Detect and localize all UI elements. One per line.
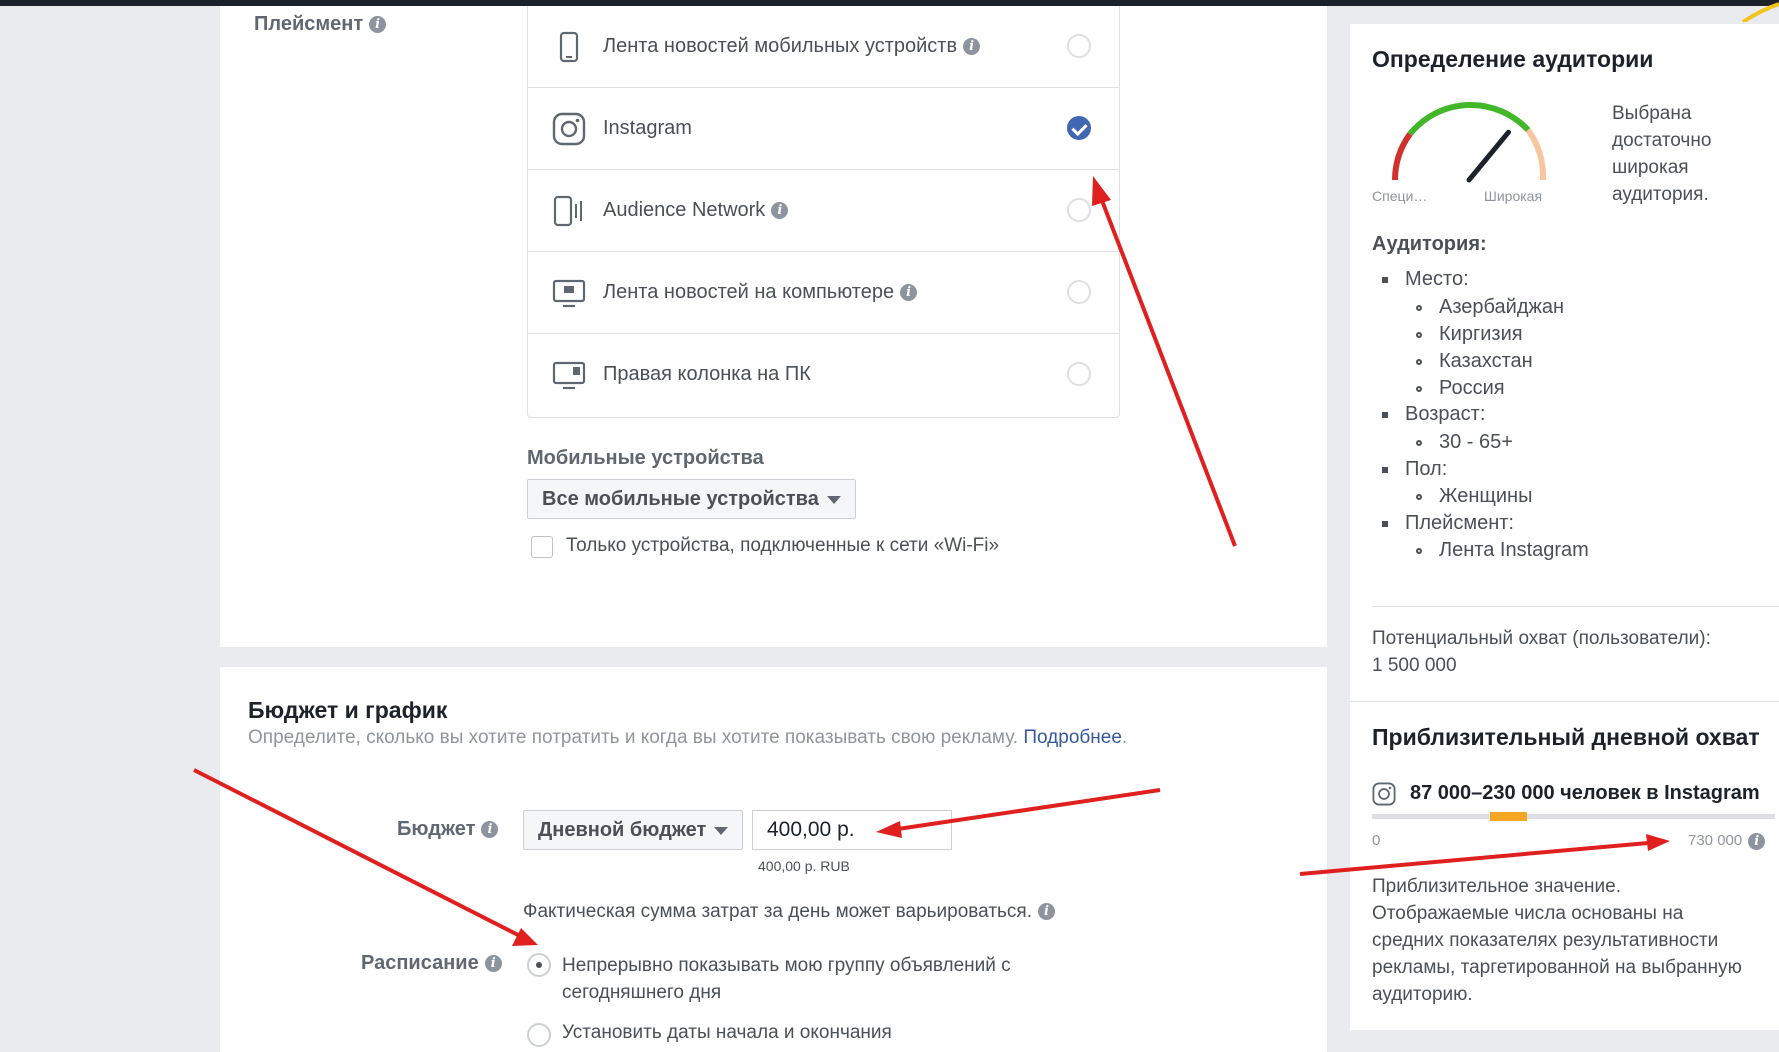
- divider: [1350, 701, 1779, 702]
- audience-title: Определение аудитории: [1372, 46, 1654, 72]
- placement-item-instagram[interactable]: Instagram: [528, 88, 1119, 170]
- bullet: [1382, 412, 1388, 418]
- budget-label: Бюджет i: [397, 818, 499, 841]
- bullet: [1416, 386, 1422, 392]
- placement-checkbox-right-column[interactable]: [1067, 362, 1091, 386]
- audience-network-icon: [553, 195, 582, 227]
- instagram-icon: [1372, 782, 1396, 806]
- audience-age-label: Возраст:: [1405, 403, 1486, 425]
- reach-scale-max: 730 000 i: [1688, 832, 1766, 850]
- corner-accent: [1741, 2, 1779, 22]
- info-icon[interactable]: i: [369, 16, 387, 34]
- gauge-arc-peach: [1525, 128, 1547, 181]
- bullet: [1416, 548, 1422, 554]
- audience-location-item: Казахстан: [1439, 350, 1533, 372]
- mobile-devices-label: Мобильные устройства: [527, 447, 764, 469]
- info-icon[interactable]: i: [1037, 903, 1055, 921]
- schedule-dates-radio[interactable]: [527, 1023, 551, 1047]
- bullet: [1382, 277, 1388, 283]
- bullet: [1416, 440, 1422, 446]
- schedule-label: Расписание i: [361, 952, 502, 975]
- audience-location-item: Киргизия: [1439, 323, 1523, 345]
- budget-description: Определите, сколько вы хотите потратить …: [248, 727, 1128, 748]
- chevron-down-icon: [826, 495, 841, 504]
- wifi-only-checkbox[interactable]: [531, 536, 553, 558]
- audience-age-value: 30 - 65+: [1439, 431, 1513, 453]
- schedule-dates-label: Установить даты начала и окончания: [562, 1022, 892, 1043]
- placement-item-mobile-feed[interactable]: Лента новостей мобильных устройств i: [528, 6, 1119, 88]
- gauge-arc-red: [1392, 132, 1413, 181]
- audience-location-label: Место:: [1405, 268, 1469, 290]
- daily-reach-range: 87 000–230 000 человек в Instagram: [1410, 782, 1760, 804]
- gauge-right-label: Широкая: [1484, 188, 1543, 204]
- reach-scale-bar: [1490, 812, 1527, 821]
- audience-gauge: [1392, 101, 1547, 183]
- audience-gender-value: Женщины: [1439, 485, 1533, 507]
- gauge-needle: [1466, 129, 1511, 183]
- bullet: [1416, 359, 1422, 365]
- info-icon[interactable]: i: [484, 955, 502, 973]
- budget-note: Фактическая сумма затрат за день может в…: [523, 901, 1055, 923]
- audience-placement-label: Плейсмент:: [1405, 512, 1514, 534]
- schedule-continuous-radio[interactable]: [527, 953, 551, 977]
- reach-scale-track: [1372, 812, 1775, 821]
- bullet: [1382, 521, 1388, 527]
- placement-item-desktop-feed[interactable]: Лента новостей на компьютере i: [528, 252, 1119, 334]
- bullet: [1416, 305, 1422, 311]
- bullet: [1382, 467, 1388, 473]
- info-icon[interactable]: i: [1748, 832, 1766, 850]
- placement-list: Лента новостей мобильных устройств i Inst…: [527, 6, 1120, 418]
- divider: [1372, 606, 1779, 607]
- desktop-icon: [552, 279, 586, 308]
- instagram-icon: [552, 112, 586, 146]
- audience-list-title: Аудитория:: [1372, 233, 1487, 255]
- reach-scale-min: 0: [1372, 832, 1381, 849]
- schedule-continuous-label: Непрерывно показывать мою группу объявле…: [562, 955, 1011, 1003]
- budget-section-title: Бюджет и график: [248, 697, 448, 723]
- info-icon[interactable]: i: [771, 202, 789, 220]
- gauge-arc-green: [1407, 101, 1531, 136]
- placement-checkbox-desktop-feed[interactable]: [1067, 280, 1091, 304]
- bullet: [1416, 332, 1422, 338]
- placement-checkbox-audience-network[interactable]: [1067, 198, 1091, 222]
- learn-more-link[interactable]: Подробнее: [1023, 727, 1122, 748]
- audience-location-item: Азербайджан: [1439, 296, 1565, 318]
- placement-item-right-column[interactable]: Правая колонка на ПК: [528, 334, 1119, 415]
- bullet: [1416, 494, 1422, 500]
- mobile-devices-dropdown[interactable]: Все мобильные устройства: [527, 479, 856, 519]
- audience-placement-value: Лента Instagram: [1439, 539, 1589, 561]
- budget-amount-hint: 400,00 р. RUB: [758, 858, 850, 874]
- info-icon[interactable]: i: [900, 284, 918, 302]
- placement-label: Плейсмент i: [254, 13, 387, 36]
- daily-reach-note: Приблизительное значение. Отображаемые ч…: [1372, 876, 1742, 1005]
- mobile-phone-icon: [559, 31, 579, 63]
- audience-summary: Выбрана достаточно широкая аудитория.: [1612, 103, 1712, 205]
- chevron-down-icon: [714, 826, 729, 835]
- desktop-right-column-icon: [552, 361, 586, 390]
- potential-reach-label: Потенциальный охват (пользователи):: [1372, 628, 1711, 649]
- audience-gender-label: Пол:: [1405, 458, 1448, 480]
- info-icon[interactable]: i: [963, 38, 981, 56]
- budget-type-dropdown[interactable]: Дневной бюджет: [523, 810, 743, 850]
- placement-item-audience-network[interactable]: Audience Network i: [528, 170, 1119, 252]
- audience-location-item: Россия: [1439, 377, 1505, 399]
- wifi-only-label: Только устройства, подключенные к сети «…: [566, 535, 1000, 556]
- gauge-left-label: Специ…: [1372, 188, 1428, 204]
- placement-checkbox-mobile-feed[interactable]: [1067, 34, 1091, 58]
- daily-reach-title: Приблизительный дневной охват: [1372, 724, 1760, 750]
- info-icon[interactable]: i: [481, 821, 499, 839]
- budget-amount-input[interactable]: 400,00 р.: [752, 810, 952, 850]
- potential-reach-value: 1 500 000: [1372, 655, 1457, 676]
- placement-checkbox-instagram[interactable]: [1067, 116, 1091, 140]
